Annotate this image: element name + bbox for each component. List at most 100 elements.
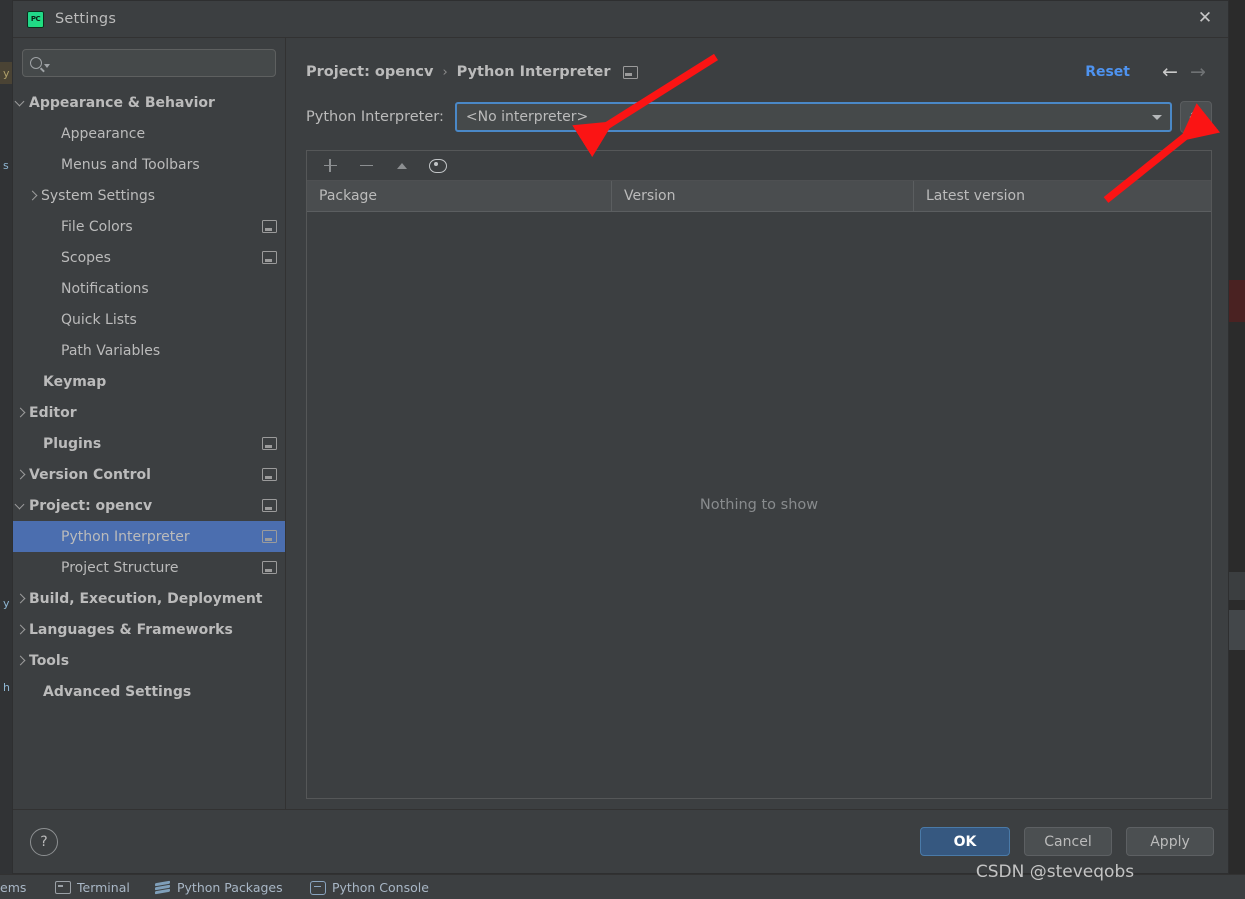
ok-button[interactable]: OK — [920, 827, 1010, 856]
status-item-problems[interactable]: ems — [0, 880, 26, 895]
sidebar-item-build-execution-deployment[interactable]: Build, Execution, Deployment — [13, 583, 285, 614]
watermark: CSDN @steveqobs — [976, 862, 1134, 882]
gear-icon — [1189, 110, 1204, 125]
settings-badge-icon — [623, 66, 638, 79]
status-item-python-packages[interactable]: Python Packages — [155, 880, 283, 895]
search-box[interactable] — [22, 49, 276, 77]
sidebar-item-label: Version Control — [29, 467, 262, 483]
chevron-right-icon[interactable] — [13, 623, 27, 637]
minus-icon[interactable] — [357, 157, 375, 175]
sidebar-item-appearance-behavior[interactable]: Appearance & Behavior — [13, 87, 285, 118]
packages-empty-text: Nothing to show — [700, 497, 818, 513]
settings-dialog: Settings ✕ Appearance & BehaviorAppearan… — [12, 0, 1229, 874]
twisty-spacer — [45, 158, 59, 172]
sidebar-item-system-settings[interactable]: System Settings — [13, 180, 285, 211]
plus-icon[interactable] — [321, 157, 339, 175]
apply-button[interactable]: Apply — [1126, 827, 1214, 856]
breadcrumb: Project: opencv › Python Interpreter Res… — [306, 53, 1212, 91]
settings-badge-icon — [262, 530, 277, 543]
column-header-package[interactable]: Package — [307, 181, 612, 211]
terminal-icon — [55, 881, 70, 894]
settings-badge-icon — [262, 561, 277, 574]
cancel-button[interactable]: Cancel — [1024, 827, 1112, 856]
ide-right-marker-a — [1229, 572, 1245, 600]
help-button[interactable]: ? — [30, 828, 58, 856]
sidebar-item-quick-lists[interactable]: Quick Lists — [13, 304, 285, 335]
sidebar-item-file-colors[interactable]: File Colors — [13, 211, 285, 242]
chevron-right-icon[interactable] — [13, 468, 27, 482]
chevron-down-icon[interactable] — [44, 64, 50, 68]
twisty-spacer — [27, 685, 41, 699]
breadcrumb-separator: › — [442, 65, 447, 80]
status-item-python-packages-label: Python Packages — [177, 880, 283, 895]
sidebar-item-appearance[interactable]: Appearance — [13, 118, 285, 149]
column-header-version[interactable]: Version — [612, 181, 914, 211]
chevron-down-icon[interactable] — [13, 96, 27, 110]
eye-icon[interactable] — [429, 157, 447, 175]
status-item-python-console[interactable]: Python Console — [310, 880, 429, 895]
chevron-down-icon[interactable] — [13, 499, 27, 513]
settings-badge-icon — [262, 437, 277, 450]
ide-right-marker-red — [1229, 280, 1245, 322]
twisty-spacer — [45, 282, 59, 296]
sidebar-item-label: Menus and Toolbars — [61, 157, 277, 173]
twisty-spacer — [45, 313, 59, 327]
sidebar-item-project-opencv[interactable]: Project: opencv — [13, 490, 285, 521]
sidebar-item-label: File Colors — [61, 219, 262, 235]
column-header-latest-version[interactable]: Latest version — [914, 181, 1211, 211]
status-item-terminal[interactable]: Terminal — [55, 880, 130, 895]
chevron-right-icon[interactable] — [13, 406, 27, 420]
console-icon — [310, 881, 325, 894]
sidebar-item-label: Python Interpreter — [61, 529, 262, 545]
search-container — [13, 38, 285, 83]
sidebar-item-notifications[interactable]: Notifications — [13, 273, 285, 304]
settings-badge-icon — [262, 251, 277, 264]
sidebar-item-version-control[interactable]: Version Control — [13, 459, 285, 490]
breadcrumb-root[interactable]: Project: opencv — [306, 64, 433, 80]
sidebar-item-plugins[interactable]: Plugins — [13, 428, 285, 459]
chevron-right-icon[interactable] — [25, 189, 39, 203]
sidebar-item-scopes[interactable]: Scopes — [13, 242, 285, 273]
sidebar-item-path-variables[interactable]: Path Variables — [13, 335, 285, 366]
reset-link[interactable]: Reset — [1085, 64, 1130, 80]
status-item-python-console-label: Python Console — [332, 880, 429, 895]
sidebar-item-languages-frameworks[interactable]: Languages & Frameworks — [13, 614, 285, 645]
arrow-up-icon[interactable] — [393, 157, 411, 175]
packages-panel: Package Version Latest version Nothing t… — [306, 150, 1212, 799]
twisty-spacer — [27, 437, 41, 451]
packages-icon — [155, 881, 170, 894]
interpreter-dropdown[interactable]: <No interpreter> — [455, 102, 1172, 132]
sidebar-item-python-interpreter[interactable]: Python Interpreter — [13, 521, 285, 552]
ide-right-marker-b — [1229, 610, 1245, 650]
sidebar-item-label: Appearance — [61, 126, 277, 142]
chevron-right-icon[interactable] — [13, 654, 27, 668]
sidebar-item-label: System Settings — [41, 188, 277, 204]
sidebar-item-editor[interactable]: Editor — [13, 397, 285, 428]
sidebar-item-label: Tools — [29, 653, 277, 669]
packages-toolbar — [307, 151, 1211, 181]
sidebar-item-label: Quick Lists — [61, 312, 277, 328]
sidebar-item-keymap[interactable]: Keymap — [13, 366, 285, 397]
close-icon[interactable]: ✕ — [1182, 1, 1228, 36]
arrow-left-icon[interactable]: ← — [1156, 61, 1184, 83]
sidebar-item-label: Advanced Settings — [43, 684, 277, 700]
settings-tree[interactable]: Appearance & Behavior Appearance Menus and… — [13, 83, 285, 809]
sidebar-item-menus-and-toolbars[interactable]: Menus and Toolbars — [13, 149, 285, 180]
sidebar-item-label: Keymap — [43, 374, 277, 390]
settings-badge-icon — [262, 220, 277, 233]
sidebar-item-project-structure[interactable]: Project Structure — [13, 552, 285, 583]
sidebar-item-tools[interactable]: Tools — [13, 645, 285, 676]
arrow-right-icon[interactable]: → — [1184, 61, 1212, 83]
search-icon — [30, 57, 42, 69]
interpreter-settings-button[interactable] — [1180, 101, 1212, 133]
ide-right-strip — [1229, 0, 1245, 874]
status-item-problems-label: ems — [0, 880, 26, 895]
search-input[interactable] — [55, 55, 268, 72]
settings-badge-icon — [262, 499, 277, 512]
sidebar-item-label: Scopes — [61, 250, 262, 266]
pycharm-icon — [27, 11, 44, 28]
sidebar-item-advanced-settings[interactable]: Advanced Settings — [13, 676, 285, 707]
chevron-right-icon[interactable] — [13, 592, 27, 606]
chevron-down-icon[interactable] — [1144, 115, 1170, 120]
settings-content: Project: opencv › Python Interpreter Res… — [286, 38, 1228, 809]
